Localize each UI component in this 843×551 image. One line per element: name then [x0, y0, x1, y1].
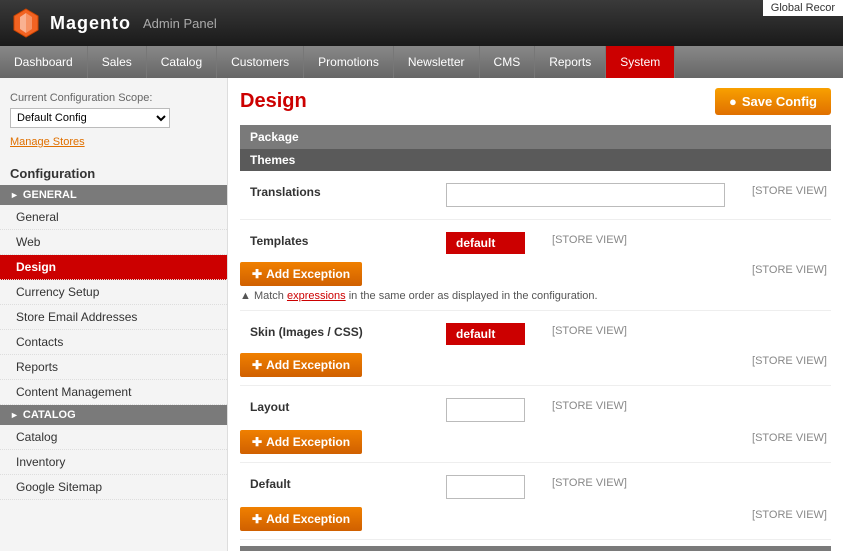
add-exception-button-default[interactable]: ✚ Add Exception — [240, 507, 362, 531]
value-skin: default — [440, 319, 531, 349]
global-record-label: Global Recor — [763, 0, 843, 16]
label-default: Default — [240, 471, 440, 497]
row-templates: Templates default [STORE VIEW] ✚ Add Exc… — [240, 220, 831, 311]
arrow-icon-catalog: ► — [10, 410, 19, 420]
sidebar: Current Configuration Scope: Default Con… — [0, 78, 228, 551]
header: Magento Admin Panel Global Recor — [0, 0, 843, 46]
plus-icon-skin: ✚ — [252, 358, 262, 372]
nav-item-catalog[interactable]: Catalog — [147, 46, 217, 78]
add-exception-button-skin[interactable]: ✚ Add Exception — [240, 353, 362, 377]
plus-icon-templates: ✚ — [252, 267, 262, 281]
sidebar-group-general: ► GENERAL — [0, 185, 227, 205]
logo-subtitle: Admin Panel — [143, 16, 217, 31]
sidebar-item-content-management[interactable]: Content Management — [0, 380, 227, 405]
value-translations — [440, 179, 731, 211]
add-exception-button-layout[interactable]: ✚ Add Exception — [240, 430, 362, 454]
content-header: Design ● Save Config — [240, 88, 831, 115]
sidebar-item-contacts[interactable]: Contacts — [0, 330, 227, 355]
content-area: Design ● Save Config Package Themes Tran… — [228, 78, 843, 551]
section-html-head: HTML Head — [240, 546, 831, 551]
main-nav: Dashboard Sales Catalog Customers Promot… — [0, 46, 843, 78]
nav-item-reports[interactable]: Reports — [535, 46, 606, 78]
scope-select[interactable]: Default Config — [10, 108, 170, 128]
main-layout: Current Configuration Scope: Default Con… — [0, 78, 843, 551]
page-title: Design — [240, 90, 307, 113]
save-config-button[interactable]: ● Save Config — [715, 88, 831, 115]
sidebar-item-design[interactable]: Design — [0, 255, 227, 280]
nav-item-sales[interactable]: Sales — [88, 46, 147, 78]
manage-stores-link[interactable]: Manage Stores — [0, 134, 227, 158]
plus-icon-default: ✚ — [252, 512, 262, 526]
label-translations: Translations — [240, 179, 440, 205]
store-view-translations: [STORE VIEW] — [731, 179, 831, 203]
sidebar-item-reports[interactable]: Reports — [0, 355, 227, 380]
store-view-layout: [STORE VIEW] — [531, 394, 631, 418]
label-skin: Skin (Images / CSS) — [240, 319, 440, 345]
input-layout[interactable] — [446, 398, 525, 422]
sidebar-item-catalog[interactable]: Catalog — [0, 425, 227, 450]
sidebar-group-catalog: ► CATALOG — [0, 405, 227, 425]
nav-item-cms[interactable]: CMS — [480, 46, 536, 78]
templates-default-badge: default — [446, 232, 525, 254]
save-config-label: Save Config — [742, 94, 817, 109]
sidebar-item-web[interactable]: Web — [0, 230, 227, 255]
layout-exception-area: ✚ Add Exception — [240, 426, 731, 454]
store-view-templates-exception: [STORE VIEW] — [731, 258, 831, 282]
store-view-default: [STORE VIEW] — [531, 471, 631, 495]
skin-default-badge: default — [446, 323, 525, 345]
add-exception-label-layout: Add Exception — [266, 435, 350, 449]
row-default: Default [STORE VIEW] ✚ Add Exception [ST… — [240, 463, 831, 540]
nav-item-newsletter[interactable]: Newsletter — [394, 46, 480, 78]
value-layout — [440, 394, 531, 426]
store-view-default-exception: [STORE VIEW] — [731, 503, 831, 527]
store-view-layout-exception: [STORE VIEW] — [731, 426, 831, 450]
arrow-icon: ► — [10, 190, 19, 200]
nav-item-promotions[interactable]: Promotions — [304, 46, 394, 78]
default-exception-area: ✚ Add Exception — [240, 503, 731, 531]
sidebar-group-general-label: GENERAL — [23, 189, 77, 201]
sidebar-item-currency-setup[interactable]: Currency Setup — [0, 280, 227, 305]
add-exception-label-templates: Add Exception — [266, 267, 350, 281]
match-expressions-link[interactable]: expressions — [287, 290, 346, 302]
sidebar-group-catalog-label: CATALOG — [23, 409, 76, 421]
scope-label: Current Configuration Scope: — [0, 88, 227, 106]
match-note: ▲ Match expressions in the same order as… — [240, 290, 731, 302]
row-layout: Layout [STORE VIEW] ✚ Add Exception [STO… — [240, 386, 831, 463]
sidebar-item-google-sitemap[interactable]: Google Sitemap — [0, 475, 227, 500]
value-default — [440, 471, 531, 503]
logo: Magento Admin Panel — [10, 7, 217, 39]
value-templates: default — [440, 228, 531, 258]
store-view-skin: [STORE VIEW] — [531, 319, 631, 343]
section-package: Package — [240, 125, 831, 149]
store-view-templates: [STORE VIEW] — [531, 228, 631, 252]
skin-exception-area: ✚ Add Exception — [240, 349, 731, 377]
save-icon: ● — [729, 94, 737, 109]
add-exception-label-default: Add Exception — [266, 512, 350, 526]
nav-item-customers[interactable]: Customers — [217, 46, 304, 78]
store-view-skin-exception: [STORE VIEW] — [731, 349, 831, 373]
subsection-themes: Themes — [240, 149, 831, 171]
nav-item-system[interactable]: System — [606, 46, 675, 78]
row-translations: Translations [STORE VIEW] — [240, 171, 831, 220]
templates-exception-area: ✚ Add Exception ▲ Match expressions in t… — [240, 258, 731, 302]
logo-app-name: Magento — [50, 13, 131, 34]
plus-icon-layout: ✚ — [252, 435, 262, 449]
sidebar-item-store-email[interactable]: Store Email Addresses — [0, 305, 227, 330]
scope-select-wrap: Default Config — [0, 106, 227, 134]
label-templates: Templates — [240, 228, 440, 254]
magento-logo-icon — [10, 7, 42, 39]
row-skin: Skin (Images / CSS) default [STORE VIEW]… — [240, 311, 831, 386]
sidebar-item-general[interactable]: General — [0, 205, 227, 230]
sidebar-item-inventory[interactable]: Inventory — [0, 450, 227, 475]
label-layout: Layout — [240, 394, 440, 420]
config-section-title: Configuration — [0, 158, 227, 185]
add-exception-label-skin: Add Exception — [266, 358, 350, 372]
input-translations[interactable] — [446, 183, 725, 207]
input-default[interactable] — [446, 475, 525, 499]
add-exception-button-templates[interactable]: ✚ Add Exception — [240, 262, 362, 286]
nav-item-dashboard[interactable]: Dashboard — [0, 46, 88, 78]
